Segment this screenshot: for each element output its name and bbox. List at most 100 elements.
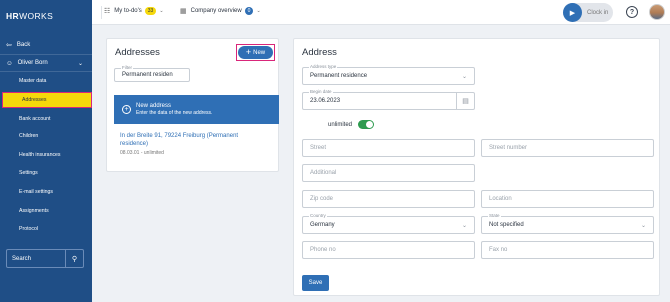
street-number-placeholder: Street number (489, 145, 528, 151)
unlimited-label: unlimited (328, 122, 353, 128)
state-value: Not specified (489, 222, 524, 228)
new-button-highlight: + New (236, 44, 275, 61)
filter-select[interactable]: Filter Permanent residen (114, 65, 190, 82)
sidebar-item-master-data[interactable]: Master data (0, 74, 92, 87)
todos-label: My to-do's (114, 8, 142, 14)
clock-in-label: Clock in (587, 9, 609, 16)
logo-bold: HR (6, 11, 20, 21)
todos-count-badge: 33 (144, 7, 157, 15)
street-number-field[interactable]: Street number (481, 139, 654, 157)
chevron-down-icon: ⌄ (640, 222, 646, 229)
company-overview-label: Company overview (190, 8, 242, 14)
toggle-knob (366, 121, 373, 128)
address-entry-meta: 08.03.01 - unlimited (120, 150, 164, 156)
state-label: State (488, 213, 501, 218)
sidebar-item-label: Protocol (19, 225, 39, 232)
fax-placeholder: Fax no (489, 247, 508, 253)
sidebar-item-email-settings[interactable]: E-mail settings (0, 185, 92, 198)
country-label: Country (309, 213, 327, 218)
help-icon[interactable]: ? (626, 6, 638, 18)
back-label: Back (16, 42, 31, 48)
user-name: Oliver Born (17, 60, 48, 66)
begin-date-field[interactable]: Begin date 23.06.2023 ▤ (302, 89, 475, 110)
search-label: Search (12, 255, 32, 262)
topbar-divider (101, 6, 102, 19)
address-type-select[interactable]: Address type Permanent residence ⌄ (302, 64, 475, 85)
filter-value: Permanent residen (122, 72, 173, 78)
additional-field[interactable]: Additional (302, 164, 475, 182)
sidebar: HRWORKS ⇦ Back ☺ Oliver Born ⌄ Master da… (0, 0, 92, 302)
address-form-title: Address (302, 47, 337, 58)
new-card-subtitle: Enter the data of the new address. (136, 110, 213, 116)
new-address-button[interactable]: + New (238, 46, 273, 59)
sidebar-item-label: Addresses (22, 97, 47, 103)
fax-field[interactable]: Fax no (481, 241, 654, 259)
zip-code-field[interactable]: Zip code (302, 190, 475, 208)
sidebar-item-protocol[interactable]: Protocol (0, 222, 92, 235)
sidebar-item-label: E-mail settings (19, 188, 54, 195)
phone-placeholder: Phone no (310, 247, 336, 253)
clock-in-button[interactable]: ▶ Clock in (563, 3, 613, 22)
company-overview-menu[interactable]: ▦ Company overview 0 ⌄ (180, 7, 261, 15)
sidebar-item-label: Master data (19, 77, 47, 84)
phone-field[interactable]: Phone no (302, 241, 475, 259)
begin-date-value: 23.06.2023 (310, 98, 341, 104)
search-icon[interactable]: ⚲ (65, 250, 83, 267)
begin-date-label: Begin date (309, 89, 333, 94)
building-icon: ▦ (180, 8, 187, 15)
sidebar-divider (0, 54, 92, 55)
plus-icon: + (245, 47, 252, 57)
sidebar-item-label: Bank account (19, 115, 51, 122)
sidebar-item-children[interactable]: Children (0, 129, 92, 142)
sidebar-item-label: Assignments (19, 207, 49, 214)
address-type-label: Address type (309, 64, 338, 69)
sidebar-item-assignments[interactable]: Assignments (0, 204, 92, 217)
sidebar-divider (0, 71, 92, 72)
sidebar-item-bank-account[interactable]: Bank account (0, 112, 92, 125)
play-icon: ▶ (563, 3, 582, 22)
chevron-down-icon: ⌄ (256, 8, 261, 14)
avatar[interactable] (649, 4, 665, 20)
back-arrow-icon: ⇦ (6, 42, 12, 49)
sidebar-item-health-insurances[interactable]: Health insurances (0, 148, 92, 161)
zip-placeholder: Zip code (310, 196, 334, 202)
new-card-title: New address (136, 103, 172, 109)
save-button[interactable]: Save (302, 275, 329, 291)
street-field[interactable]: Street (302, 139, 475, 157)
chevron-down-icon: ⌄ (461, 222, 467, 229)
filter-label: Filter (121, 65, 133, 70)
sidebar-item-settings[interactable]: Settings (0, 166, 92, 179)
addresses-panel: Addresses + New Filter Permanent residen… (106, 38, 279, 172)
new-button-label: New (253, 49, 266, 56)
sidebar-item-label: Children (19, 132, 39, 139)
sidebar-item-label: Settings (19, 169, 38, 176)
back-button[interactable]: ⇦ Back (0, 38, 92, 52)
unlimited-toggle[interactable] (358, 120, 374, 129)
sidebar-item-addresses[interactable]: Addresses (2, 92, 92, 108)
new-address-card[interactable]: + New address Enter the data of the new … (114, 95, 279, 124)
search-input[interactable]: Search ⚲ (6, 249, 84, 268)
calendar-icon[interactable]: ▤ (456, 93, 474, 109)
top-bar: ☷ My to-do's 33 ⌄ ▦ Company overview 0 ⌄… (92, 0, 670, 25)
plus-circle-icon: + (122, 105, 131, 114)
country-value: Germany (310, 222, 335, 228)
sidebar-item-label: Health insurances (19, 151, 61, 158)
company-count-badge: 0 (244, 7, 254, 15)
state-select[interactable]: State Not specified ⌄ (481, 213, 654, 234)
chevron-down-icon: ⌄ (461, 73, 467, 80)
location-field[interactable]: Location (481, 190, 654, 208)
chevron-down-icon: ⌄ (77, 60, 83, 67)
address-entry-link[interactable]: In der Breite 91, 79224 Freiburg (Perman… (120, 132, 260, 148)
country-select[interactable]: Country Germany ⌄ (302, 213, 475, 234)
chevron-down-icon: ⌄ (159, 8, 164, 14)
user-menu[interactable]: ☺ Oliver Born ⌄ (0, 56, 92, 70)
addresses-title: Addresses (115, 47, 160, 58)
address-form-panel: Address Address type Permanent residence… (293, 38, 660, 296)
user-icon: ☺ (6, 59, 13, 67)
logo[interactable]: HRWORKS (6, 11, 53, 21)
street-placeholder: Street (310, 145, 327, 151)
todos-menu[interactable]: ☷ My to-do's 33 ⌄ (104, 7, 164, 15)
address-type-value: Permanent residence (310, 73, 368, 79)
logo-rest: WORKS (19, 11, 54, 21)
location-placeholder: Location (489, 196, 512, 202)
